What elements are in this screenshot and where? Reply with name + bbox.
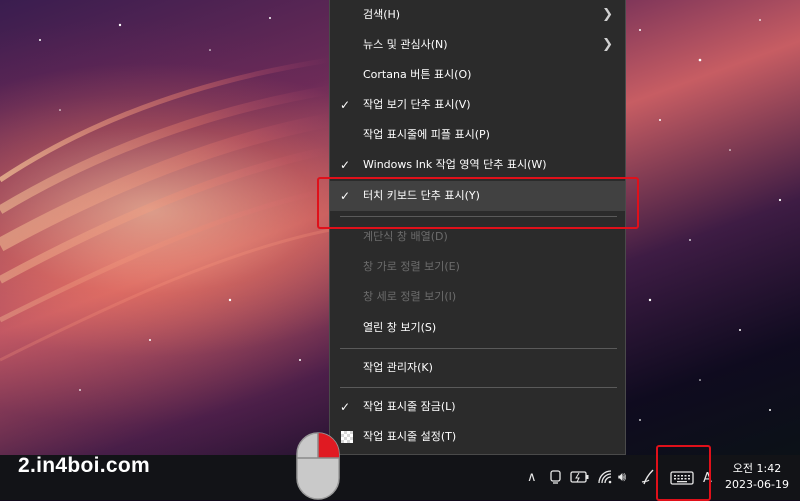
menu-item-people[interactable]: 작업 표시줄에 피플 표시(P) [330,120,625,150]
menu-item-side-by-side: 창 세로 정렬 보기(I) [330,282,625,312]
mouse-click-icon [296,432,340,500]
menu-separator [340,387,617,388]
menu-item-show-desktop[interactable]: 열린 창 보기(S) [330,313,625,343]
menu-item-task-view-button[interactable]: ✓ 작업 보기 단추 표시(V) [330,90,625,120]
taskbar-clock[interactable]: 오전 1:42 2023-06-19 [720,461,794,493]
menu-item-label: Windows Ink 작업 영역 단추 표시(W) [363,158,547,171]
menu-item-windows-ink[interactable]: ✓ Windows Ink 작업 영역 단추 표시(W) [330,150,625,180]
chevron-up-icon[interactable]: ∧ [527,470,537,486]
wifi-icon[interactable] [597,469,613,485]
settings-icon [341,431,353,443]
menu-item-label: 뉴스 및 관심사(N) [363,38,448,51]
menu-item-task-manager[interactable]: 작업 관리자(K) [330,353,625,383]
checkmark-icon: ✓ [340,98,351,112]
annotation-highlight-box [656,445,711,501]
checkmark-icon: ✓ [340,400,351,414]
pen-ink-icon[interactable] [641,468,655,486]
menu-item-taskbar-settings[interactable]: 작업 표시줄 설정(T) [330,422,625,452]
clock-date: 2023-06-19 [725,478,789,491]
menu-item-label: 작업 표시줄에 피플 표시(P) [363,128,490,141]
menu-item-label: 열린 창 보기(S) [363,321,437,334]
menu-item-label: 검색(H) [363,8,401,21]
menu-item-stack-windows: 창 가로 정렬 보기(E) [330,252,625,282]
menu-item-search[interactable]: 검색(H) ❯ [330,0,625,30]
menu-item-cortana-button[interactable]: Cortana 버튼 표시(O) [330,60,625,90]
menu-item-news-interests[interactable]: 뉴스 및 관심사(N) ❯ [330,30,625,60]
volume-icon[interactable]: 🔊︎ [618,470,626,486]
chevron-right-icon: ❯ [602,37,613,52]
menu-item-label: 창 세로 정렬 보기(I) [363,290,457,303]
battery-icon[interactable] [570,471,590,483]
menu-item-label: 작업 보기 단추 표시(V) [363,98,471,111]
menu-item-label: 작업 표시줄 설정(T) [363,430,457,443]
meet-now-icon[interactable] [549,469,563,485]
menu-item-label: 작업 관리자(K) [363,361,433,374]
menu-item-lock-taskbar[interactable]: ✓ 작업 표시줄 잠금(L) [330,392,625,422]
menu-item-label: 작업 표시줄 잠금(L) [363,400,456,413]
menu-separator [340,348,617,349]
clock-time: 오전 1:42 [732,462,782,475]
watermark-text: 2.in4boi.com [18,454,150,477]
checkmark-icon: ✓ [340,158,351,172]
annotation-highlight-box [317,177,639,229]
menu-item-label: 창 가로 정렬 보기(E) [363,260,460,273]
menu-item-label: Cortana 버튼 표시(O) [363,68,472,81]
chevron-right-icon: ❯ [602,7,613,22]
